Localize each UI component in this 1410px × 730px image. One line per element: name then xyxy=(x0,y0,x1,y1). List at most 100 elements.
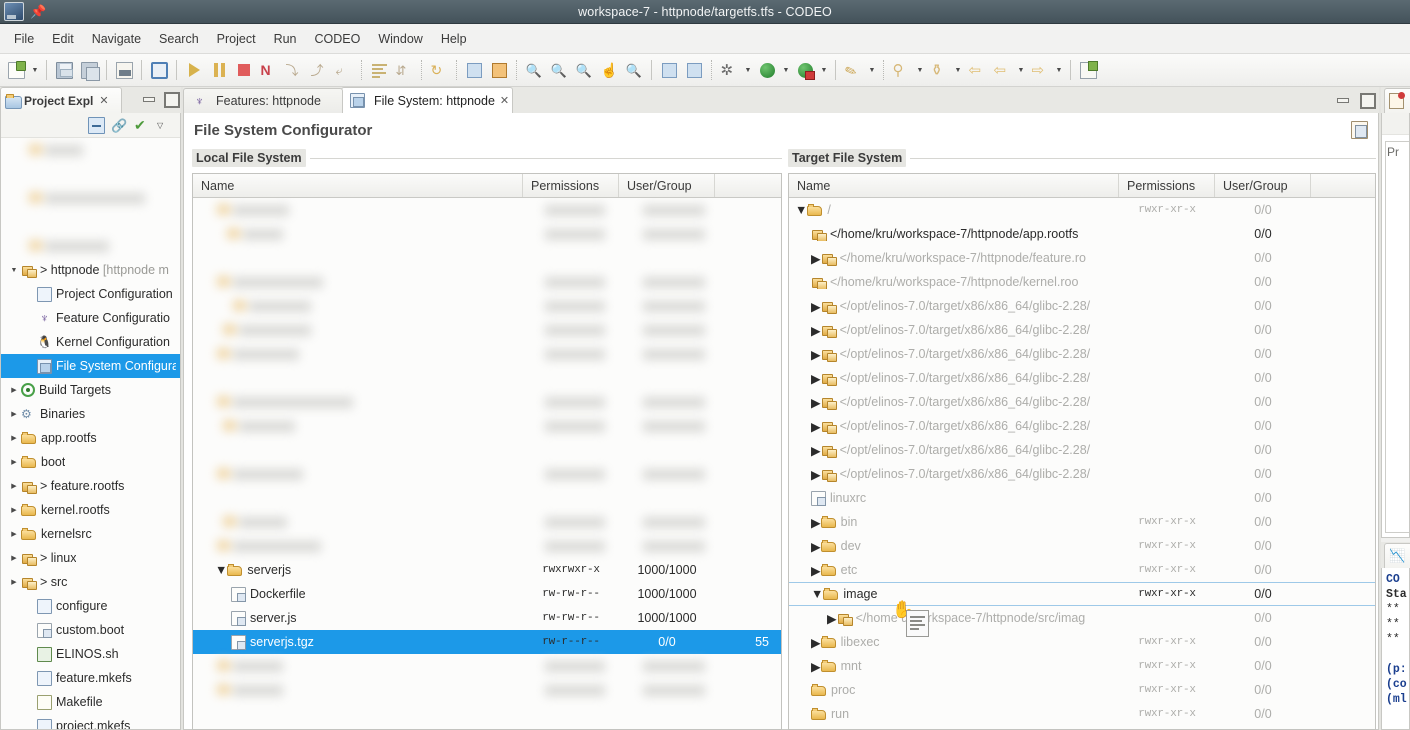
table-row[interactable]: ▶etcrwxr-xr-x0/0 xyxy=(789,558,1375,582)
chevron-down-icon[interactable]: ▼ xyxy=(29,58,41,82)
search-button[interactable]: 🔍 xyxy=(522,58,546,82)
minimize-icon[interactable] xyxy=(141,91,155,105)
chevron-right-icon[interactable]: ▶ xyxy=(811,539,821,554)
sidebar-item-elinos.sh[interactable]: ELINOS.sh xyxy=(1,642,180,666)
sidebar-item-custom.boot[interactable]: custom.boot xyxy=(1,618,180,642)
chevron-down-icon[interactable]: ▼ xyxy=(952,58,964,82)
table-row[interactable]: ▶</opt/elinos-7.0/target/x86/x86_64/glib… xyxy=(789,390,1375,414)
chevron-down-icon[interactable]: ▼ xyxy=(7,258,21,282)
close-icon[interactable]: ✕ xyxy=(500,94,509,107)
table-row[interactable]: linuxrc0/0 xyxy=(789,486,1375,510)
terminate-button[interactable] xyxy=(232,58,256,82)
chevron-right-icon[interactable]: ▶ xyxy=(811,299,821,314)
search-more-button[interactable]: 🔍 xyxy=(622,58,646,82)
sidebar-item-app.rootfs[interactable]: ▶app.rootfs xyxy=(1,426,180,450)
sidebar-item-feature.mkefs[interactable]: feature.mkefs xyxy=(1,666,180,690)
save-button[interactable] xyxy=(52,58,76,82)
table-row[interactable]: procrwxr-xr-x0/0 xyxy=(789,678,1375,702)
chevron-down-icon[interactable]: ▼ xyxy=(914,58,926,82)
skip-breakpoints-button[interactable] xyxy=(682,58,706,82)
chevron-right-icon[interactable]: ▶ xyxy=(7,498,21,522)
resume-button[interactable] xyxy=(182,58,206,82)
chevron-right-icon[interactable]: ▶ xyxy=(811,563,821,578)
link-editor-icon[interactable]: 🔗 xyxy=(111,117,128,134)
table-row[interactable]: ▶mntrwxr-xr-x0/0 xyxy=(789,654,1375,678)
anchor-up-button[interactable]: ⚱ xyxy=(927,58,951,82)
local-table-body[interactable]: ▼serverjsrwxrwxr-x1000/1000Dockerfilerw-… xyxy=(193,198,781,729)
chevron-right-icon[interactable]: ▶ xyxy=(811,419,821,434)
chevron-right-icon[interactable]: ▶ xyxy=(7,378,21,402)
table-row[interactable]: runrwxr-xr-x0/0 xyxy=(789,702,1375,726)
chevron-right-icon[interactable]: ▶ xyxy=(7,570,21,594)
table-row[interactable]: server.jsrw-rw-r--1000/1000 xyxy=(193,606,781,630)
target-table-body[interactable]: ▼/rwxr-xr-x0/0</home/kru/workspace-7/htt… xyxy=(789,198,1375,729)
chevron-right-icon[interactable]: ▶ xyxy=(827,611,837,626)
table-row[interactable]: serverjs.tgzrw-r--r--0/055 xyxy=(193,630,781,654)
column-header-extra[interactable] xyxy=(715,174,775,197)
chevron-right-icon[interactable]: ▶ xyxy=(7,522,21,546)
chevron-right-icon[interactable]: ▶ xyxy=(811,635,821,650)
disconnect-button[interactable]: N xyxy=(257,58,281,82)
table-row[interactable]: ▶</home/kru/workspace-7/httpnode/feature… xyxy=(789,246,1375,270)
target-file-table[interactable]: NamePermissionsUser/Group ▼/rwxr-xr-x0/0… xyxy=(788,173,1376,730)
menu-item-help[interactable]: Help xyxy=(433,28,475,50)
sidebar-item-kernel-configuration[interactable]: 🐧Kernel Configuration xyxy=(1,330,180,354)
chevron-right-icon[interactable]: ▶ xyxy=(811,515,821,530)
sidebar-item-binaries[interactable]: ▶⚙Binaries xyxy=(1,402,180,426)
chevron-right-icon[interactable]: ▶ xyxy=(7,474,21,498)
step-over-button[interactable]: ⤴ xyxy=(307,58,331,82)
chevron-down-icon[interactable]: ▼ xyxy=(811,587,823,601)
table-row[interactable]: ▶binrwxr-xr-x0/0 xyxy=(789,510,1375,534)
table-row[interactable]: ▼serverjsrwxrwxr-x1000/1000 xyxy=(193,558,781,582)
close-icon[interactable]: ✕ xyxy=(99,94,108,107)
suspend-button[interactable] xyxy=(207,58,231,82)
debug-button[interactable] xyxy=(793,58,817,82)
column-header-name[interactable]: Name xyxy=(789,174,1119,197)
project-tree[interactable]: ▼> httpnode [httpnode mProject Configura… xyxy=(1,138,180,729)
menu-item-codeo[interactable]: CODEO xyxy=(307,28,369,50)
column-header-permissions[interactable]: Permissions xyxy=(1119,174,1215,197)
step-into-button[interactable]: ⤵ xyxy=(282,58,306,82)
sidebar-item-httpnode-httpnode-m[interactable]: ▼> httpnode [httpnode m xyxy=(1,258,180,282)
build-config-button[interactable] xyxy=(487,58,511,82)
maximize-icon[interactable] xyxy=(1359,92,1373,106)
chevron-down-icon[interactable]: ▼ xyxy=(780,58,792,82)
table-row[interactable]: </home/kru/workspace-7/httpnode/app.root… xyxy=(789,222,1375,246)
table-row[interactable]: ▼/rwxr-xr-x0/0 xyxy=(789,198,1375,222)
table-row[interactable]: Dockerfilerw-rw-r--1000/1000 xyxy=(193,582,781,606)
forward-button[interactable]: ⇨ xyxy=(1028,58,1052,82)
sidebar-item-kernel.rootfs[interactable]: ▶kernel.rootfs xyxy=(1,498,180,522)
tab-console[interactable]: 📉 xyxy=(1384,543,1410,568)
chevron-right-icon[interactable]: ▶ xyxy=(7,450,21,474)
checkmark-icon[interactable]: ✔ xyxy=(134,117,151,134)
menu-item-navigate[interactable]: Navigate xyxy=(84,28,149,50)
chevron-right-icon[interactable]: ▶ xyxy=(811,395,821,410)
tab-features[interactable]: ♆Features: httpnode xyxy=(183,88,343,113)
table-row[interactable]: ▶</opt/elinos-7.0/target/x86/x86_64/glib… xyxy=(789,294,1375,318)
tab-problems[interactable] xyxy=(1384,88,1410,113)
menu-item-search[interactable]: Search xyxy=(151,28,207,50)
back-button[interactable]: ⇦ xyxy=(965,58,989,82)
table-row[interactable]: ▶</opt/elinos-7.0/target/x86/x86_64/glib… xyxy=(789,366,1375,390)
menu-item-run[interactable]: Run xyxy=(266,28,305,50)
column-header-permissions[interactable]: Permissions xyxy=(523,174,619,197)
sidebar-item-feature-configuratio[interactable]: ♆Feature Configuratio xyxy=(1,306,180,330)
step-return-button[interactable]: ⤶ xyxy=(332,58,356,82)
run-button[interactable] xyxy=(755,58,779,82)
minimize-icon[interactable] xyxy=(1335,92,1349,106)
view-menu-icon[interactable]: ▽ xyxy=(157,117,174,134)
toggle-mark-button[interactable] xyxy=(657,58,681,82)
sidebar-item-configure[interactable]: configure xyxy=(1,594,180,618)
search-ok-button[interactable]: 🔍 xyxy=(547,58,571,82)
sidebar-item-file-system-configura[interactable]: File System Configura xyxy=(1,354,180,378)
menu-item-project[interactable]: Project xyxy=(209,28,264,50)
table-row[interactable]: ▼imagerwxr-xr-x0/0 xyxy=(789,582,1375,606)
local-file-table[interactable]: NamePermissionsUser/Group ▼serverjsrwxrw… xyxy=(192,173,782,730)
save-all-button[interactable] xyxy=(77,58,101,82)
collapse-all-icon[interactable] xyxy=(88,117,105,134)
menu-item-file[interactable]: File xyxy=(6,28,42,50)
chevron-right-icon[interactable]: ▶ xyxy=(811,467,821,482)
menu-item-edit[interactable]: Edit xyxy=(44,28,82,50)
console-output[interactable]: COSta******(p:(co(ml xyxy=(1381,568,1410,730)
chevron-down-icon[interactable]: ▼ xyxy=(866,58,878,82)
